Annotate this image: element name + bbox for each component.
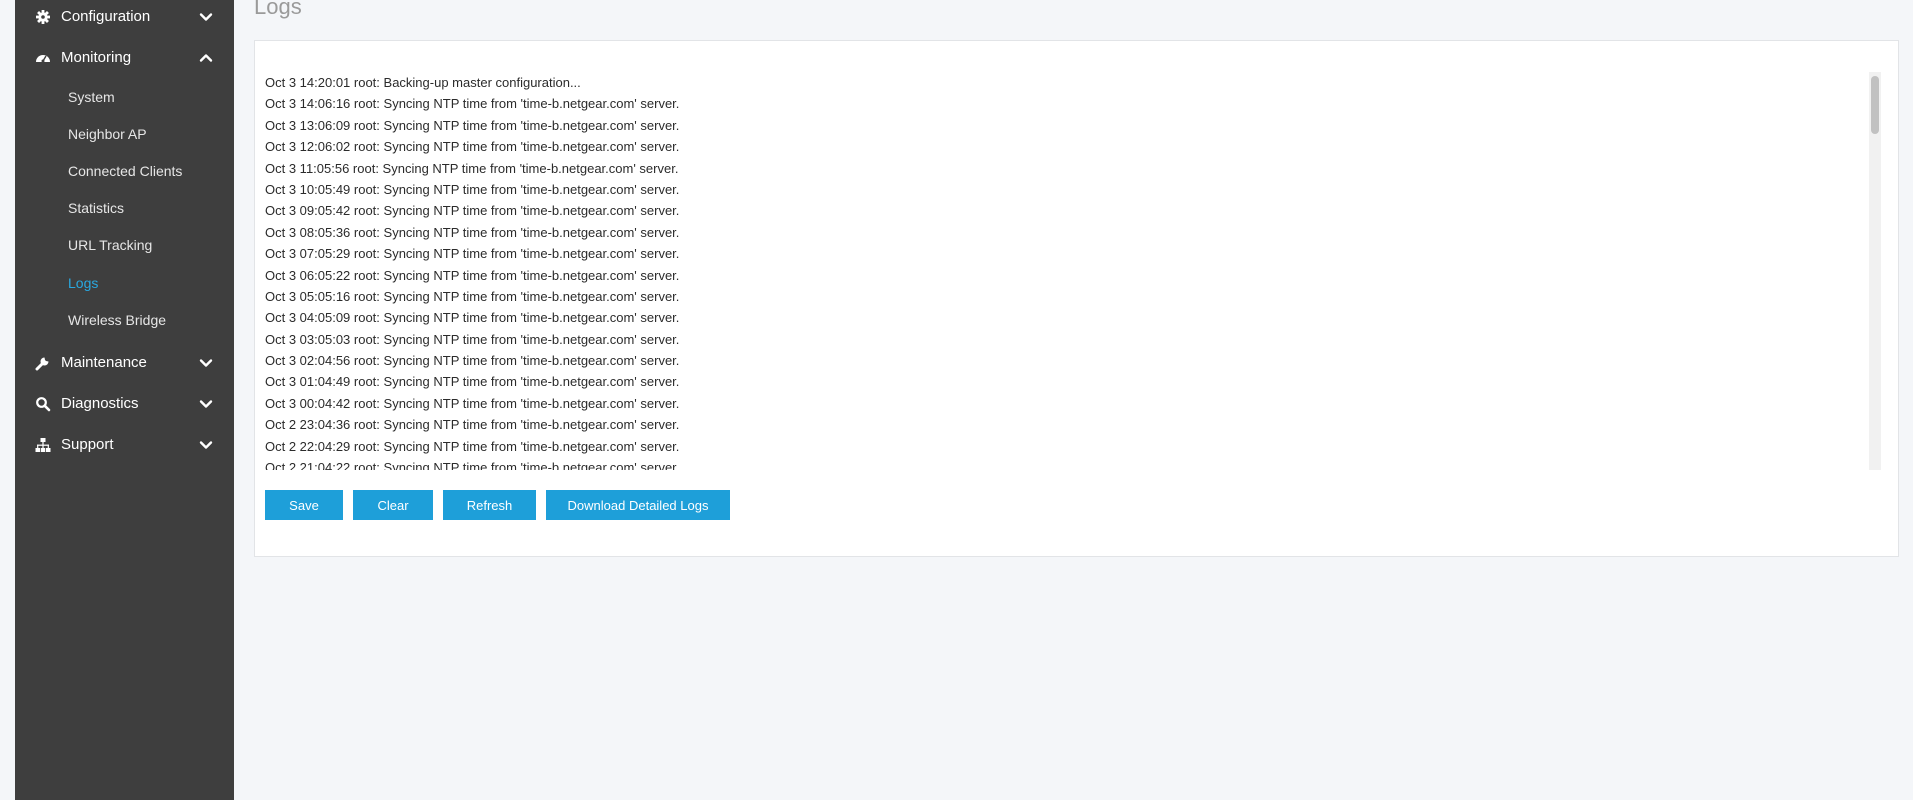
gear-icon: [36, 10, 50, 24]
log-line: Oct 3 05:05:16 root: Syncing NTP time fr…: [265, 288, 680, 304]
nav-configuration[interactable]: Configuration: [15, 0, 234, 37]
page-title: Logs: [254, 0, 302, 19]
log-line: Oct 3 10:05:49 root: Syncing NTP time fr…: [265, 181, 680, 197]
sidebar-item-neighbor-ap[interactable]: Neighbor AP: [68, 126, 147, 142]
save-button[interactable]: Save: [265, 490, 343, 520]
log-line: Oct 3 14:20:01 root: Backing-up master c…: [265, 75, 581, 90]
logs-panel: Oct 3 14:20:01 root: Backing-up master c…: [254, 40, 1899, 557]
chevron-up-icon: [199, 54, 213, 62]
download-detailed-logs-button[interactable]: Download Detailed Logs: [546, 490, 730, 520]
log-line: Oct 3 04:05:09 root: Syncing NTP time fr…: [265, 310, 680, 326]
sidebar: Configuration Monitoring System Neighbor…: [15, 0, 234, 800]
nav-diagnostics[interactable]: Diagnostics: [15, 383, 234, 424]
log-line: Oct 2 22:04:29 root: Syncing NTP time fr…: [265, 438, 680, 454]
log-line: Oct 3 08:05:36 root: Syncing NTP time fr…: [265, 224, 680, 240]
sitemap-icon: [35, 438, 51, 452]
sidebar-item-statistics[interactable]: Statistics: [68, 200, 124, 216]
nav-configuration-label: Configuration: [61, 8, 151, 25]
scrollbar-thumb[interactable]: [1871, 76, 1879, 134]
sidebar-item-logs[interactable]: Logs: [68, 275, 98, 291]
log-line: Oct 3 06:05:22 root: Syncing NTP time fr…: [265, 267, 680, 283]
log-line: Oct 3 00:04:42 root: Syncing NTP time fr…: [265, 395, 680, 411]
log-line: Oct 2 23:04:36 root: Syncing NTP time fr…: [265, 417, 680, 433]
log-line: Oct 3 01:04:49 root: Syncing NTP time fr…: [265, 374, 680, 390]
log-line: Oct 3 11:05:56 root: Syncing NTP time fr…: [265, 160, 679, 176]
log-lines: Oct 3 14:20:01 root: Backing-up master c…: [265, 72, 1845, 470]
chevron-down-icon: [199, 13, 213, 21]
chevron-down-icon: [199, 400, 213, 408]
chevron-down-icon: [199, 359, 213, 367]
nav-maintenance[interactable]: Maintenance: [15, 342, 234, 383]
log-line: Oct 3 02:04:56 root: Syncing NTP time fr…: [265, 353, 680, 369]
dashboard-icon: [36, 55, 50, 63]
nav-monitoring-label: Monitoring: [61, 49, 132, 66]
wrench-icon: [35, 357, 49, 371]
nav-support[interactable]: Support: [15, 424, 234, 465]
log-line: Oct 3 12:06:02 root: Syncing NTP time fr…: [265, 139, 680, 155]
sidebar-item-system[interactable]: System: [68, 89, 115, 105]
log-line: Oct 3 03:05:03 root: Syncing NTP time fr…: [265, 331, 680, 347]
chevron-down-icon: [199, 441, 213, 449]
log-line: Oct 3 07:05:29 root: Syncing NTP time fr…: [265, 246, 680, 262]
search-icon: [36, 397, 51, 412]
log-line: Oct 3 13:06:09 root: Syncing NTP time fr…: [265, 117, 680, 133]
log-textarea[interactable]: Oct 3 14:20:01 root: Backing-up master c…: [265, 72, 1870, 470]
nav-diagnostics-label: Diagnostics: [61, 395, 139, 412]
log-line: Oct 3 09:05:42 root: Syncing NTP time fr…: [265, 203, 680, 219]
nav-monitoring[interactable]: Monitoring: [15, 37, 234, 78]
sidebar-item-url-tracking[interactable]: URL Tracking: [68, 237, 152, 253]
nav-support-label: Support: [61, 436, 114, 453]
sidebar-item-wireless-bridge[interactable]: Wireless Bridge: [68, 312, 166, 328]
sidebar-item-connected-clients[interactable]: Connected Clients: [68, 163, 182, 179]
nav-maintenance-label: Maintenance: [61, 354, 147, 371]
refresh-button[interactable]: Refresh: [443, 490, 536, 520]
log-line: Oct 2 21:04:22 root: Syncing NTP time fr…: [265, 460, 680, 470]
log-line: Oct 3 14:06:16 root: Syncing NTP time fr…: [265, 96, 680, 112]
log-scrollbar[interactable]: [1869, 72, 1881, 470]
clear-button[interactable]: Clear: [353, 490, 433, 520]
